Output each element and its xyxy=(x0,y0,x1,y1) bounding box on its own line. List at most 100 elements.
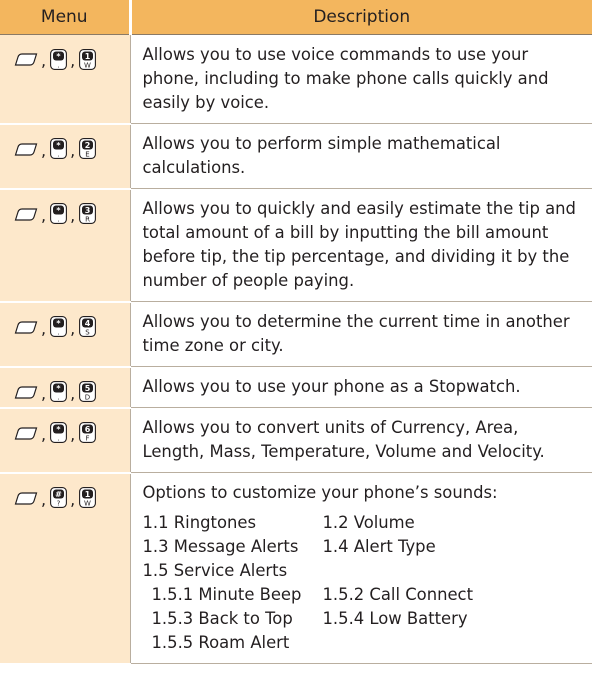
key-sequence: , * . , 4 S xyxy=(0,301,130,368)
svg-text:R: R xyxy=(85,216,90,224)
option-item: 1.2 Volume xyxy=(322,513,415,532)
star-key-icon: * . xyxy=(50,381,68,402)
key-sequence: , * . , 5 D xyxy=(0,366,130,409)
option-item: 1.5.2 Call Connect xyxy=(322,585,474,604)
separator: , xyxy=(41,51,47,70)
description-cell: Allows you to use voice commands to use … xyxy=(129,34,592,124)
description-text: Allows you to perform simple mathematica… xyxy=(142,134,501,177)
svg-text:2: 2 xyxy=(85,141,91,150)
separator: , xyxy=(70,489,76,509)
svg-text:#: # xyxy=(55,490,62,499)
separator: , xyxy=(70,140,76,160)
menu-softkey-icon xyxy=(14,53,38,66)
svg-text:.: . xyxy=(57,216,59,224)
table-row: , * . , 2 E Allows you to perform simple… xyxy=(0,123,592,190)
description-text: Allows you to determine the current time… xyxy=(142,312,570,355)
separator: , xyxy=(41,383,47,403)
svg-text:5: 5 xyxy=(85,384,91,393)
svg-text:3: 3 xyxy=(85,206,91,215)
1-key-icon: 1 W xyxy=(79,487,97,508)
star-key-icon: * . xyxy=(50,138,68,159)
option-item: 1.5.3 Back to Top xyxy=(151,609,293,628)
option-item: 1.5.4 Low Battery xyxy=(322,609,468,628)
option-spacer xyxy=(323,559,503,583)
6-key-icon: 6 F xyxy=(79,422,97,443)
svg-text:4: 4 xyxy=(85,319,91,328)
menu-softkey-icon xyxy=(14,426,38,440)
1-key-icon: 1 W xyxy=(79,48,97,70)
pound-key-icon: # ? xyxy=(50,487,68,508)
star-key-icon: * . xyxy=(50,422,68,443)
separator: , xyxy=(41,318,47,338)
description-cell: Allows you to determine the current time… xyxy=(129,301,592,367)
description-cell: Allows you to perform simple mathematica… xyxy=(129,123,592,189)
key-sequence: , * . , 3 R xyxy=(0,188,130,303)
svg-text:.: . xyxy=(57,329,59,337)
option-item: 1.5.5 Roam Alert xyxy=(151,633,290,652)
description-cell: Options to customize your phone’s sounds… xyxy=(129,472,592,664)
description-column-header: Description xyxy=(130,0,592,35)
svg-text:E: E xyxy=(85,151,89,159)
description-text: Allows you to use voice commands to use … xyxy=(142,45,549,112)
table-row: , # ? , 1 W Options to customize your ph… xyxy=(0,472,592,665)
separator: , xyxy=(70,318,76,338)
table-row: , * . , 6 F Allows you to convert units … xyxy=(0,407,592,474)
description-text: Allows you to convert units of Currency,… xyxy=(142,418,545,461)
separator: , xyxy=(70,424,76,444)
description-cell: Allows you to quickly and easily estimat… xyxy=(129,188,592,302)
svg-text:W: W xyxy=(84,500,91,508)
separator: , xyxy=(41,424,47,444)
svg-text:.: . xyxy=(57,61,59,69)
description-text: Options to customize your phone’s sounds… xyxy=(142,483,498,502)
4-key-icon: 4 S xyxy=(79,316,97,337)
option-item: 1.3 Message Alerts xyxy=(142,537,299,556)
table-row: , * . , 1 W Allows you to use voice comm… xyxy=(0,34,592,125)
menu-softkey-icon xyxy=(14,491,38,505)
separator: , xyxy=(41,140,47,160)
option-item: 1.5.1 Minute Beep xyxy=(151,585,302,604)
key-sequence: , * . , 2 E xyxy=(0,123,130,190)
star-key-icon: * . xyxy=(50,316,68,337)
key-sequence: , * . , 1 W xyxy=(0,34,130,125)
sounds-options-list: 1.1 Ringtones 1.2 Volume 1.3 Message Alert… xyxy=(143,511,585,655)
3-key-icon: 3 R xyxy=(79,203,97,224)
menu-softkey-icon xyxy=(14,385,38,399)
menu-softkey-icon xyxy=(14,207,38,221)
key-sequence: , * . , 6 F xyxy=(0,407,130,474)
description-cell: Allows you to use your phone as a Stopwa… xyxy=(129,366,592,408)
option-spacer xyxy=(323,631,503,655)
svg-text:W: W xyxy=(84,61,91,69)
separator: , xyxy=(41,489,47,509)
option-item: 1.5 Service Alerts xyxy=(142,561,288,580)
svg-text:F: F xyxy=(86,435,90,443)
key-sequence: , # ? , 1 W xyxy=(0,472,130,665)
table-row: , * . , 5 D Allows you to use your phone… xyxy=(0,366,592,409)
svg-text:S: S xyxy=(85,329,90,337)
svg-text:D: D xyxy=(85,394,90,402)
menu-table: Menu Description , * . , 1 W Allows you … xyxy=(0,0,592,665)
svg-text:1: 1 xyxy=(85,490,91,499)
star-key-icon: * . xyxy=(50,203,68,224)
svg-text:.: . xyxy=(57,151,59,159)
separator: , xyxy=(70,205,76,225)
5-key-icon: 5 D xyxy=(79,381,97,402)
description-text: Allows you to quickly and easily estimat… xyxy=(142,199,576,290)
table-row: , * . , 3 R Allows you to quickly and ea… xyxy=(0,188,592,303)
svg-text:.: . xyxy=(57,394,59,402)
svg-text:?: ? xyxy=(57,500,61,508)
svg-text:1: 1 xyxy=(85,52,91,61)
menu-softkey-icon xyxy=(14,142,38,156)
separator: , xyxy=(41,205,47,225)
option-item: 1.1 Ringtones xyxy=(142,513,256,532)
menu-column-header: Menu xyxy=(0,0,132,35)
description-text: Allows you to use your phone as a Stopwa… xyxy=(142,377,521,396)
description-cell: Allows you to convert units of Currency,… xyxy=(129,407,592,473)
menu-softkey-icon xyxy=(14,320,38,334)
separator: , xyxy=(70,51,76,70)
svg-text:.: . xyxy=(57,435,59,443)
header-row: Menu Description xyxy=(0,0,592,35)
svg-text:6: 6 xyxy=(85,425,91,434)
star-key-icon: * . xyxy=(50,48,68,70)
2-key-icon: 2 E xyxy=(79,138,97,159)
table-row: , * . , 4 S Allows you to determine the … xyxy=(0,301,592,368)
